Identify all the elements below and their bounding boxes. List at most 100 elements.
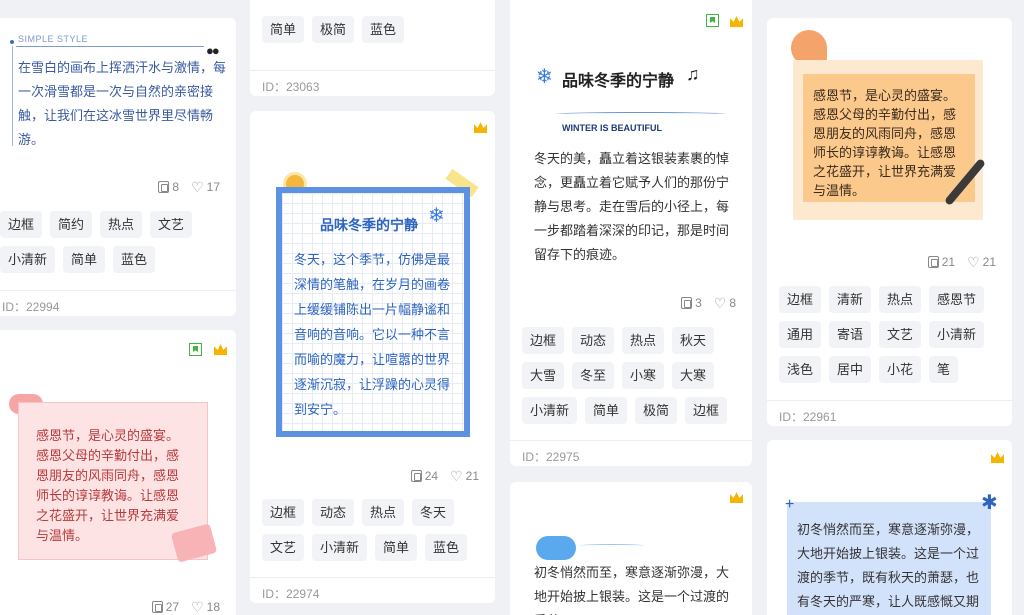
heart-icon: ♡ bbox=[191, 179, 204, 195]
template-id: ID：22974 bbox=[250, 577, 495, 603]
like-count: 21 bbox=[982, 255, 996, 269]
tag-chip[interactable]: 简单 bbox=[585, 397, 628, 424]
tag-chip[interactable]: 冬天 bbox=[412, 499, 455, 526]
tag-chip[interactable]: 极简 bbox=[635, 397, 678, 424]
card-preview[interactable]: 感恩节，是心灵的盛宴。感恩父母的辛勤付出，感恩朋友的风雨同舟，感恩师长的谆谆教诲… bbox=[0, 330, 236, 580]
music-notes-icon: ♫ bbox=[686, 64, 700, 84]
tag-chip[interactable]: 大雪 bbox=[522, 362, 565, 389]
snowflake-icon: ❄ bbox=[428, 205, 445, 227]
copy-icon bbox=[158, 181, 170, 193]
card-preview[interactable]: 感恩节，是心灵的盛宴。感恩父母的辛勤付出，感恩朋友的风雨同舟，感恩师长的谆谆教诲… bbox=[767, 18, 1012, 243]
tag-chip[interactable]: 感恩节 bbox=[929, 286, 985, 313]
tag-chip[interactable]: 通用 bbox=[779, 321, 822, 348]
template-card[interactable]: 感恩节，是心灵的盛宴。感恩父母的辛勤付出，感恩朋友的风雨同舟，感恩师长的谆谆教诲… bbox=[767, 18, 1012, 426]
card-title: 品味冬季的宁静 bbox=[562, 73, 675, 90]
tag-chip[interactable]: 简单 bbox=[63, 246, 106, 273]
tag-chip[interactable]: 小清新 bbox=[312, 534, 368, 561]
preview-text: 感恩节，是心灵的盛宴。感恩父母的辛勤付出，感恩朋友的风雨同舟，感恩师长的谆谆教诲… bbox=[36, 428, 180, 543]
preview-text: 在雪白的画布上挥洒汗水与激情，每一次滑雪都是一次与自然的亲密接触，让我们在这冰雪… bbox=[18, 60, 227, 147]
tag-chip[interactable]: 小清新 bbox=[0, 246, 56, 273]
tag-chip[interactable]: 小清新 bbox=[522, 397, 578, 424]
template-id: ID：23063 bbox=[250, 70, 495, 96]
tag-chip[interactable]: 热点 bbox=[622, 327, 665, 354]
heart-icon: ♡ bbox=[191, 599, 204, 615]
card-stats: 8 ♡ 17 bbox=[158, 180, 220, 194]
tag-chip[interactable]: 热点 bbox=[362, 499, 405, 526]
card-title: 品味冬季的宁静 bbox=[320, 217, 418, 233]
tag-chip[interactable]: 简单 bbox=[375, 534, 418, 561]
like-count: 17 bbox=[206, 180, 220, 194]
tag-chip[interactable]: 热点 bbox=[879, 286, 922, 313]
tag-list: 简单 极简 蓝色 bbox=[262, 16, 482, 43]
copy-count: 24 bbox=[424, 469, 439, 483]
tag-chip[interactable]: 热点 bbox=[100, 211, 143, 238]
template-card[interactable]: 初冬悄然而至，寒意逐渐弥漫，大地开始披上银装。这是一个过渡的季节， bbox=[510, 482, 752, 615]
template-card[interactable]: 感恩节，是心灵的盛宴。感恩父母的辛勤付出，感恩朋友的风雨同舟，感恩师长的谆谆教诲… bbox=[0, 330, 236, 615]
template-card[interactable]: 简单 极简 蓝色 ID：23063 bbox=[250, 0, 495, 96]
copy-count: 3 bbox=[695, 296, 702, 310]
tag-list: 边框 动态 热点 冬天文艺 小清新 简单 蓝色 bbox=[262, 499, 482, 561]
template-card[interactable]: ❄ 品味冬季的宁静 ♫ WINTER IS BEAUTIFUL 冬天的美，矗立着… bbox=[510, 0, 752, 466]
tag-chip[interactable]: 蓝色 bbox=[425, 534, 468, 561]
template-card[interactable]: SIMPLE STYLE ●● 在雪白的画布上挥洒汗水与激情，每一次滑雪都是一次… bbox=[0, 18, 236, 316]
tag-chip[interactable]: 寄语 bbox=[829, 321, 872, 348]
tag-chip[interactable]: 极简 bbox=[312, 16, 355, 43]
card-preview[interactable]: 初冬悄然而至，寒意逐渐弥漫，大地开始披上银装。这是一个过渡的季节， bbox=[510, 482, 752, 615]
card-stats: 24 ♡ 21 bbox=[410, 468, 479, 484]
wave-line bbox=[580, 544, 644, 547]
card-preview[interactable]: ❄ 品味冬季的宁静 ♫ WINTER IS BEAUTIFUL 冬天的美，矗立着… bbox=[510, 0, 752, 280]
vertical-line bbox=[12, 46, 13, 146]
dot-decoration bbox=[10, 40, 14, 44]
card-subtitle: WINTER IS BEAUTIFUL bbox=[562, 123, 662, 133]
like-count: 21 bbox=[465, 469, 479, 483]
copy-icon bbox=[681, 297, 693, 309]
like-count: 18 bbox=[206, 600, 220, 614]
tag-chip[interactable]: 小花 bbox=[879, 356, 922, 383]
card-preview[interactable]: SIMPLE STYLE ●● 在雪白的画布上挥洒汗水与激情，每一次滑雪都是一次… bbox=[0, 18, 236, 168]
template-card[interactable]: + ✱ 初冬悄然而至，寒意逐渐弥漫，大地开始披上银装。这是一个过渡的季节，既有秋… bbox=[767, 440, 1012, 615]
preview-text: 冬天的美，矗立着这银装素裹的悼念，更矗立着它赋予人们的那份宁静与思考。走在雪后的… bbox=[534, 151, 730, 262]
copy-count: 8 bbox=[172, 180, 180, 194]
deco-label: SIMPLE STYLE bbox=[18, 34, 89, 44]
tag-chip[interactable]: 边框 bbox=[779, 286, 822, 313]
tag-chip[interactable]: 大寒 bbox=[672, 362, 715, 389]
copy-icon bbox=[151, 601, 163, 613]
tag-chip[interactable]: 小寒 bbox=[622, 362, 665, 389]
template-id: ID：22994 bbox=[0, 290, 236, 316]
tag-chip[interactable]: 文艺 bbox=[262, 534, 305, 561]
like-count: 8 bbox=[729, 296, 736, 310]
tag-chip[interactable]: 秋天 bbox=[672, 327, 715, 354]
card-preview[interactable]: + ✱ 初冬悄然而至，寒意逐渐弥漫，大地开始披上银装。这是一个过渡的季节，既有秋… bbox=[767, 440, 1012, 615]
card-stats: 21 ♡ 21 bbox=[927, 255, 996, 269]
tag-chip[interactable]: 动态 bbox=[572, 327, 615, 354]
tag-chip[interactable]: 笔 bbox=[929, 356, 959, 383]
copy-icon bbox=[410, 470, 422, 482]
preview-text: 初冬悄然而至，寒意逐渐弥漫，大地开始披上银装。这是一个过渡的季节， bbox=[534, 565, 730, 615]
tag-chip[interactable]: 边框 bbox=[522, 327, 565, 354]
tag-chip[interactable]: 文艺 bbox=[879, 321, 922, 348]
tag-chip[interactable]: 动态 bbox=[312, 499, 355, 526]
tag-chip[interactable]: 简约 bbox=[50, 211, 93, 238]
copy-count: 27 bbox=[165, 600, 180, 614]
tag-chip[interactable]: 冬至 bbox=[572, 362, 615, 389]
tag-chip[interactable]: 小清新 bbox=[929, 321, 985, 348]
tag-chip[interactable]: 文艺 bbox=[150, 211, 193, 238]
tag-chip[interactable]: 简单 bbox=[262, 16, 305, 43]
card-preview[interactable]: 品味冬季的宁静 ❄ 冬天，这个季节，仿佛是最深情的笔触，在岁月的画卷上缓缓铺陈出… bbox=[250, 111, 495, 451]
template-id: ID：22961 bbox=[767, 400, 1012, 426]
tag-chip[interactable]: 边框 bbox=[262, 499, 305, 526]
tag-chip[interactable]: 居中 bbox=[829, 356, 872, 383]
card-stats: 27 ♡ 18 bbox=[151, 599, 220, 615]
tag-chip[interactable]: 蓝色 bbox=[113, 246, 156, 273]
tag-chip[interactable]: 边框 bbox=[685, 397, 728, 424]
snowflake-icon: ❄ bbox=[536, 66, 553, 88]
template-card[interactable]: 品味冬季的宁静 ❄ 冬天，这个季节，仿佛是最深情的笔触，在岁月的画卷上缓缓铺陈出… bbox=[250, 111, 495, 603]
heart-icon: ♡ bbox=[450, 468, 463, 484]
tag-chip[interactable]: 蓝色 bbox=[362, 16, 405, 43]
tag-chip[interactable]: 清新 bbox=[829, 286, 872, 313]
card-stats: 3 ♡ 8 bbox=[681, 296, 736, 310]
horizontal-line bbox=[16, 46, 204, 47]
tag-chip[interactable]: 边框 bbox=[0, 211, 43, 238]
tag-chip[interactable]: 浅色 bbox=[779, 356, 822, 383]
tag-list: 边框 简约 热点 文艺小清新 简单 蓝色 bbox=[0, 211, 210, 273]
